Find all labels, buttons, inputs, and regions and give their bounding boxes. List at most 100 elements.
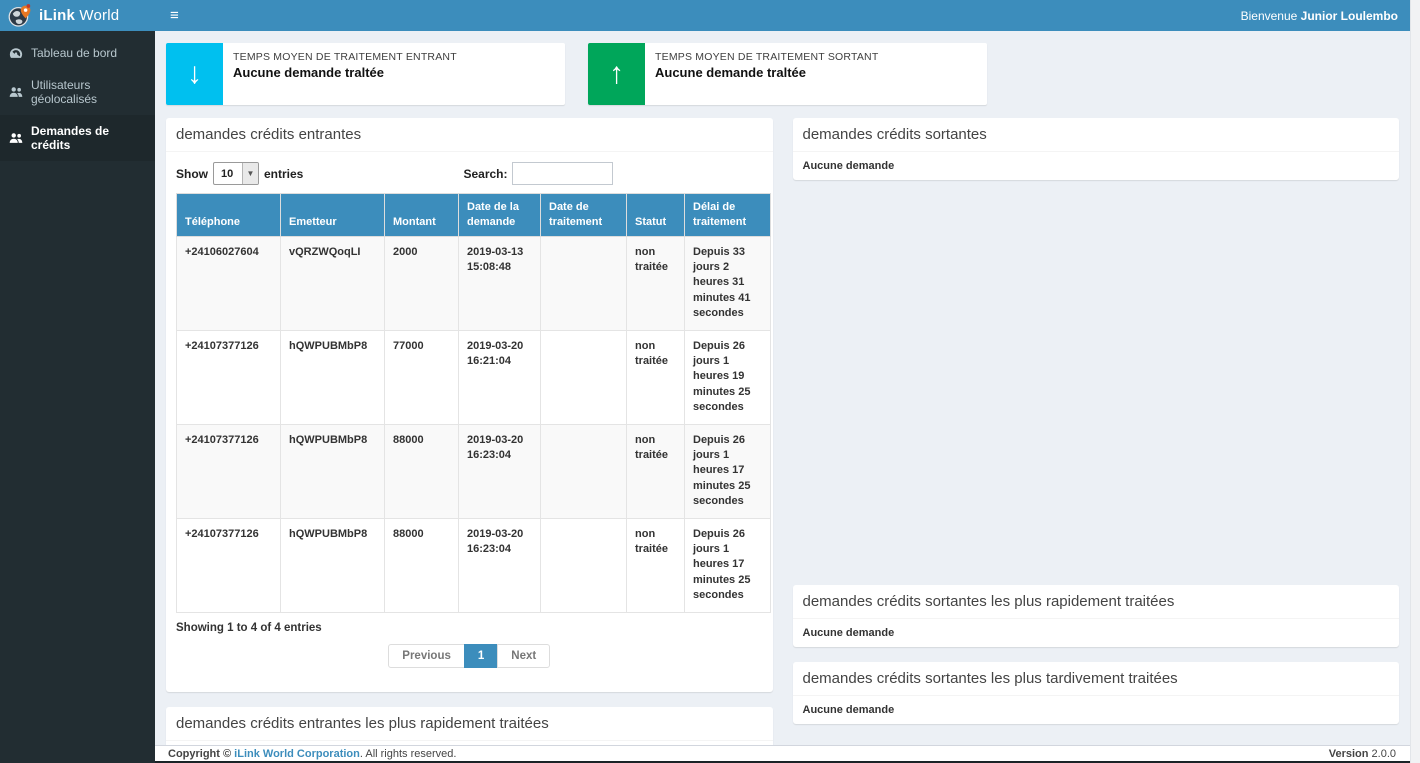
table-cell: hQWPUBMbP8 xyxy=(281,330,385,424)
version-info: Version 2.0.0 xyxy=(1329,748,1396,760)
table-cell: 2019-03-20 16:23:04 xyxy=(459,518,541,612)
dashboard-icon xyxy=(9,47,23,59)
sidebar: iLink World Tableau de bord Utilisateurs… xyxy=(0,0,155,763)
column-header: Délai de traitement xyxy=(685,194,771,237)
rights-text: . All rights reserved. xyxy=(360,748,457,760)
column-header: Date de la demande xyxy=(459,194,541,237)
table-row: +24107377126hQWPUBMbP8880002019-03-20 16… xyxy=(177,424,771,518)
column-header: Montant xyxy=(385,194,459,237)
table-cell: +24107377126 xyxy=(177,424,281,518)
panel-title: demandes crédits entrantes les plus rapi… xyxy=(176,715,763,732)
table-cell: 77000 xyxy=(385,330,459,424)
table-cell: hQWPUBMbP8 xyxy=(281,424,385,518)
panel-header: demandes crédits entrantes xyxy=(166,118,773,152)
outgoing-fastest-panel: demandes crédits sortantes les plus rapi… xyxy=(793,585,1400,647)
table-cell: Depuis 26 jours 1 heures 19 minutes 25 s… xyxy=(685,330,771,424)
right-column: demandes crédits sortantes Aucune demand… xyxy=(793,118,1400,724)
users-icon xyxy=(9,132,23,144)
page-length-control: Show 10 ▼ entries xyxy=(176,162,303,185)
table-cell: non traitée xyxy=(627,518,685,612)
table-row: +24106027604vQRZWQoqLI20002019-03-13 15:… xyxy=(177,236,771,330)
table-cell: Depuis 26 jours 1 heures 17 minutes 25 s… xyxy=(685,518,771,612)
info-box-message: Aucune demande traltée xyxy=(233,65,457,80)
info-box-entrant: ↓ TEMPS MOYEN DE TRAITEMENT ENTRANT Aucu… xyxy=(166,43,565,105)
panel-title: demandes crédits sortantes les plus rapi… xyxy=(803,593,1390,610)
incoming-requests-panel: demandes crédits entrantes Show 10 ▼ ent… xyxy=(166,118,773,692)
table-cell xyxy=(541,518,627,612)
brand-logo[interactable]: iLink World xyxy=(0,0,155,31)
table-header-row: TéléphoneEmetteurMontantDate de la deman… xyxy=(177,194,771,237)
sidebar-item-label: Tableau de bord xyxy=(31,46,117,60)
pagination: Previous 1 Next xyxy=(176,644,763,668)
sidebar-item-label: Demandes de crédits xyxy=(31,124,145,152)
entries-label: entries xyxy=(264,167,303,181)
info-box-message: Aucune demande traltée xyxy=(655,65,878,80)
panel-title: demandes crédits entrantes xyxy=(176,126,763,143)
welcome-message: Bienvenue Junior Loulembo xyxy=(1241,9,1410,23)
table-cell: non traitée xyxy=(627,236,685,330)
table-cell: non traitée xyxy=(627,424,685,518)
next-page-button[interactable]: Next xyxy=(497,644,550,668)
table-cell: Depuis 33 jours 2 heures 31 minutes 41 s… xyxy=(685,236,771,330)
sidebar-item-label: Utilisateurs géolocalisés xyxy=(31,78,145,106)
content-area: ↓ TEMPS MOYEN DE TRAITEMENT ENTRANT Aucu… xyxy=(155,31,1410,745)
arrow-up-icon: ↑ xyxy=(588,43,645,105)
previous-page-button[interactable]: Previous xyxy=(388,644,465,668)
show-label: Show xyxy=(176,167,208,181)
footer: Copyright © iLink World Corporation. All… xyxy=(155,745,1410,761)
table-cell xyxy=(541,330,627,424)
search-control: Search: xyxy=(463,162,612,185)
empty-message: Aucune demande xyxy=(803,704,1390,716)
outgoing-latest-panel: demandes crédits sortantes les plus tard… xyxy=(793,662,1400,724)
panel-title: demandes crédits sortantes xyxy=(803,126,1390,143)
table-cell: +24107377126 xyxy=(177,518,281,612)
table-cell: 2000 xyxy=(385,236,459,330)
table-cell: +24107377126 xyxy=(177,330,281,424)
arrow-down-icon: ↓ xyxy=(166,43,223,105)
table-body: +24106027604vQRZWQoqLI20002019-03-13 15:… xyxy=(177,236,771,612)
company-link[interactable]: iLink World Corporation xyxy=(234,748,360,760)
sidebar-item-utilisateurs-geolocalises[interactable]: Utilisateurs géolocalisés xyxy=(0,69,155,115)
sidebar-item-demandes-de-credits[interactable]: Demandes de crédits xyxy=(0,115,155,161)
column-header: Téléphone xyxy=(177,194,281,237)
incoming-fastest-panel: demandes crédits entrantes les plus rapi… xyxy=(166,707,773,746)
table-cell: 2019-03-13 15:08:48 xyxy=(459,236,541,330)
table-cell xyxy=(541,236,627,330)
table-cell: +24106027604 xyxy=(177,236,281,330)
table-cell: non traitée xyxy=(627,330,685,424)
empty-message: Aucune demande xyxy=(803,160,1390,172)
table-row: +24107377126hQWPUBMbP8770002019-03-20 16… xyxy=(177,330,771,424)
users-icon xyxy=(9,86,23,98)
incoming-table: TéléphoneEmetteurMontantDate de la deman… xyxy=(176,193,771,613)
search-input[interactable] xyxy=(512,162,613,185)
empty-message: Aucune demande xyxy=(803,627,1390,639)
outgoing-requests-panel: demandes crédits sortantes Aucune demand… xyxy=(793,118,1400,180)
top-navbar: ≡ Bienvenue Junior Loulembo xyxy=(155,0,1410,31)
user-name: Junior Loulembo xyxy=(1301,9,1398,23)
table-cell xyxy=(541,424,627,518)
globe-pin-icon xyxy=(8,4,32,28)
sidebar-item-tableau-de-bord[interactable]: Tableau de bord xyxy=(0,37,155,69)
page-1-button[interactable]: 1 xyxy=(464,644,498,668)
page-length-select[interactable]: 10 ▼ xyxy=(213,162,259,185)
page-length-value: 10 xyxy=(214,163,242,184)
info-box-label: TEMPS MOYEN DE TRAITEMENT ENTRANT xyxy=(233,51,457,63)
table-cell: 2019-03-20 16:23:04 xyxy=(459,424,541,518)
sidebar-menu: Tableau de bord Utilisateurs géolocalisé… xyxy=(0,31,155,161)
info-box-sortant: ↑ TEMPS MOYEN DE TRAITEMENT SORTANT Aucu… xyxy=(588,43,987,105)
main-row: demandes crédits entrantes Show 10 ▼ ent… xyxy=(166,118,1399,745)
column-header: Emetteur xyxy=(281,194,385,237)
panel-title: demandes crédits sortantes les plus tard… xyxy=(803,670,1390,687)
left-column: demandes crédits entrantes Show 10 ▼ ent… xyxy=(166,118,773,745)
vertical-scrollbar[interactable] xyxy=(1410,0,1420,763)
table-cell: vQRZWQoqLI xyxy=(281,236,385,330)
chevron-down-icon: ▼ xyxy=(242,163,258,184)
column-header: Date de traitement xyxy=(541,194,627,237)
column-header: Statut xyxy=(627,194,685,237)
hamburger-menu-icon[interactable]: ≡ xyxy=(155,0,194,31)
table-cell: Depuis 26 jours 1 heures 17 minutes 25 s… xyxy=(685,424,771,518)
copyright-text: Copyright © xyxy=(168,748,231,760)
search-label: Search: xyxy=(463,167,507,181)
table-cell: 2019-03-20 16:21:04 xyxy=(459,330,541,424)
table-cell: hQWPUBMbP8 xyxy=(281,518,385,612)
